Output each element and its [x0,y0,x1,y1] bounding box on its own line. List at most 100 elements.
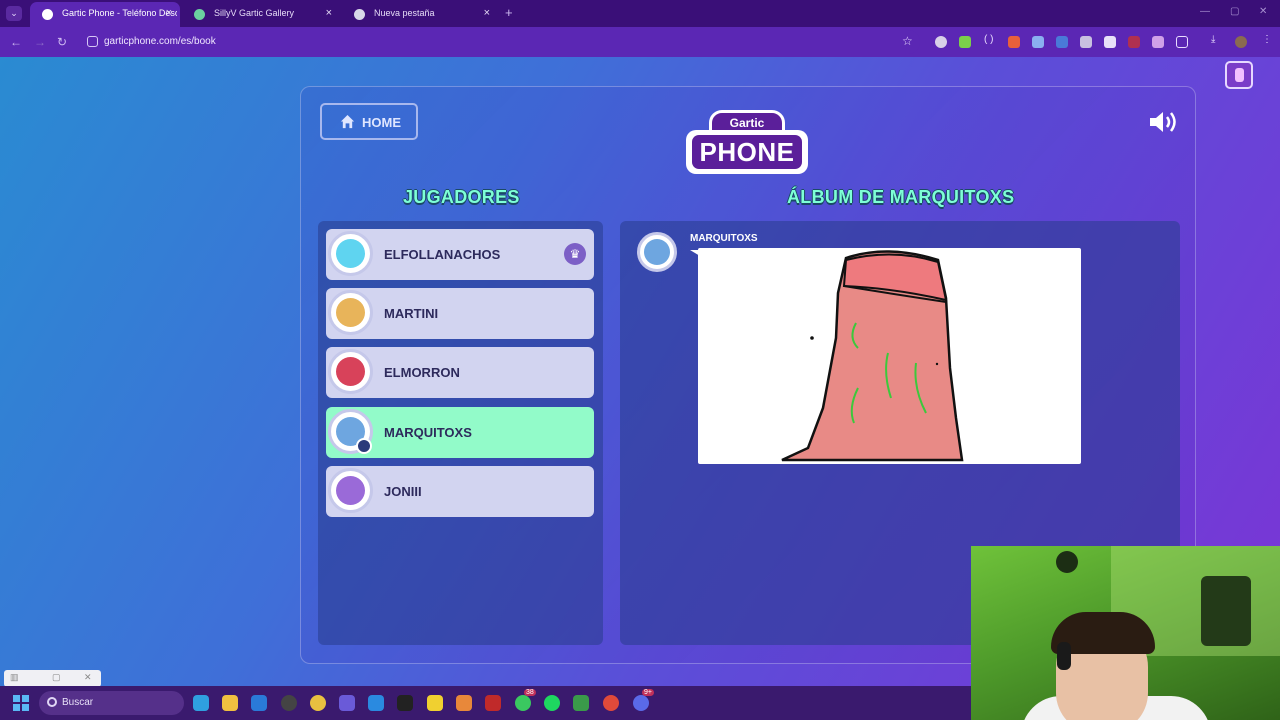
browser-toolbar: ← → ↻ garticphone.com/es/book ☆ ( ) ⤓ ⋮ [0,27,1280,57]
player-name: MARQUITOXS [384,425,472,440]
discord-icon[interactable] [633,695,649,711]
chrome-icon[interactable] [603,695,619,711]
player-card-marquitoxs[interactable]: MARQUITOXS [326,407,594,458]
chrome-favicon-icon [354,9,365,20]
current-user-icon [356,438,372,454]
webcam-clothes [1201,576,1251,646]
sheep-avatar-icon [644,239,670,265]
tab-gartic-phone[interactable]: Gartic Phone - Teléfono Descon × [30,2,180,27]
app-icon[interactable] [281,695,297,711]
player-name: JONIII [384,484,422,499]
extensions-puzzle-icon[interactable] [1176,36,1188,48]
minimize-icon[interactable]: — [1200,6,1210,17]
player-name: ELMORRON [384,365,460,380]
avatar [328,231,373,276]
extension-icon[interactable] [1152,36,1164,48]
tab-new-tab[interactable]: Nueva pestaña × [342,2,498,27]
sheets-icon[interactable] [573,695,589,711]
player-card-elmorron[interactable]: ELMORRON [326,347,594,398]
album-heading: ÁLBUM DE MARQUITOXS [787,187,1015,207]
snap-close-icon[interactable]: ✕ [84,672,92,683]
player-name: ELFOLLANACHOS [384,247,501,262]
tab-gallery[interactable]: SillyV Gartic Gallery × [182,2,340,27]
player-card-martini[interactable]: MARTINI [326,288,594,339]
bookmark-star-icon[interactable]: ☆ [902,34,913,48]
app-icon[interactable] [397,695,413,711]
teams-icon[interactable] [339,695,355,711]
player-card-elfollanachos[interactable]: ELFOLLANACHOS ♛ [326,229,594,280]
close-icon[interactable]: × [484,7,490,19]
vscode-icon[interactable] [368,695,384,711]
logo-main-text: PHONE [692,135,802,169]
extension-icon[interactable] [959,36,971,48]
close-icon[interactable]: × [326,7,332,19]
close-window-icon[interactable]: ✕ [1259,6,1267,17]
notification-badge: 38 [524,689,536,696]
taskbar-search[interactable]: Buscar [39,691,184,715]
devil-avatar-icon [336,357,365,386]
speaker-volume-icon[interactable] [1148,109,1182,135]
snap-icon: ▥ [10,672,19,682]
chrome-icon[interactable] [310,695,326,711]
avatar [328,349,373,394]
download-icon[interactable]: ⤓ [1211,34,1215,45]
player-drawing [781,250,964,462]
store-icon[interactable] [251,695,267,711]
new-tab-button[interactable]: + [505,5,513,20]
site-info-icon[interactable] [87,36,98,47]
shield-extension-icon[interactable] [1104,36,1116,48]
player-card-joniii[interactable]: JONIII [326,466,594,517]
close-icon[interactable]: × [166,7,172,19]
webcam-headset [1057,642,1071,670]
search-icon [47,697,57,707]
xampp-icon[interactable] [456,695,472,711]
home-button[interactable]: HOME [320,103,418,140]
code-extension-icon[interactable]: ( ) [984,34,993,45]
webcam-overlay [971,546,1280,720]
notification-badge: 9+ [642,689,654,696]
back-icon[interactable]: ← [10,35,22,49]
spotify-icon[interactable] [544,695,560,711]
reload-icon[interactable]: ↻ [57,35,67,49]
webcam-lamp [1056,551,1078,573]
avatar [328,468,373,513]
home-icon [340,114,355,129]
snap-icon: ▢ [52,672,61,682]
maximize-icon[interactable]: ▢ [1230,6,1239,17]
gallery-favicon-icon [194,9,205,20]
owl-avatar-icon [336,476,365,505]
whatsapp-icon[interactable] [515,695,531,711]
extension-icon[interactable] [1128,36,1140,48]
tiki-avatar-icon [336,298,365,327]
browser-tab-strip: ⌄ Gartic Phone - Teléfono Descon × Silly… [0,0,1280,27]
phone-favicon-icon [42,9,53,20]
avatar [328,290,373,335]
forward-icon[interactable]: → [34,35,46,49]
filezilla-icon[interactable] [485,695,501,711]
extension-icon[interactable] [1056,36,1068,48]
player-name: MARTINI [384,306,439,321]
crown-host-icon: ♛ [564,243,586,265]
snap-layout-hint: ▥ ▢ ✕ [4,670,101,687]
album-entry-author: MARQUITOXS [690,233,758,244]
tab-search-button[interactable]: ⌄ [6,6,22,21]
browser-menu-icon[interactable]: ⋮ [1262,34,1272,45]
cup-icon [1235,68,1244,82]
gartic-extension-button[interactable] [1225,61,1253,89]
notes-icon[interactable] [427,695,443,711]
url-text[interactable]: garticphone.com/es/book [104,36,216,47]
extension-icon[interactable] [935,36,947,48]
monster-avatar-icon [336,239,365,268]
home-label: HOME [362,115,401,130]
search-placeholder: Buscar [62,697,94,708]
extension-icon[interactable] [1008,36,1020,48]
file-explorer-icon[interactable] [222,695,238,711]
gartic-phone-logo[interactable]: Gartic PHONE [686,104,808,176]
extension-icon[interactable] [1080,36,1092,48]
windows-start-icon[interactable] [13,695,29,711]
edge-icon[interactable] [193,695,209,711]
profile-avatar[interactable] [1235,36,1247,48]
players-heading: JUGADORES [403,187,520,207]
extension-icon[interactable] [1032,36,1044,48]
windows-taskbar: Buscar 38 9+ [0,686,971,720]
